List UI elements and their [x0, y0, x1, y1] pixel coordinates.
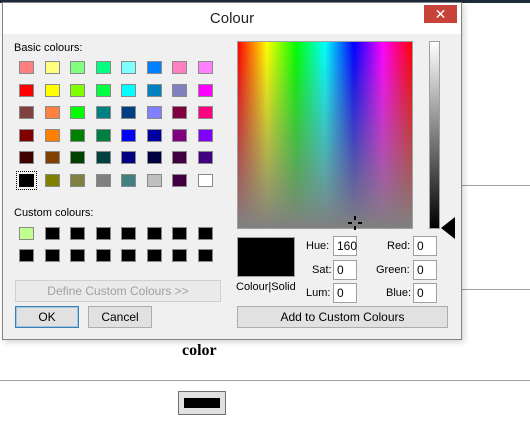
red-label: Red:: [387, 240, 411, 252]
custom-colour-swatch[interactable]: [95, 227, 111, 240]
custom-colour-swatch[interactable]: [197, 249, 213, 262]
basic-colour-swatch[interactable]: [44, 61, 60, 74]
custom-colours-label: Custom colours:: [14, 207, 94, 219]
basic-colour-swatch[interactable]: [197, 128, 213, 142]
hue-label: Hue:: [306, 240, 330, 252]
basic-colour-swatch[interactable]: [197, 106, 213, 119]
basic-colour-swatch[interactable]: [95, 151, 111, 164]
custom-colour-swatch[interactable]: [95, 249, 111, 262]
add-to-custom-colours-button[interactable]: Add to Custom Colours: [237, 306, 448, 328]
basic-colour-swatch[interactable]: [70, 128, 85, 142]
blue-field[interactable]: 0: [413, 283, 437, 303]
dialog-title: Colour: [209, 10, 255, 27]
basic-colour-swatch[interactable]: [172, 151, 187, 164]
close-button[interactable]: ✕: [424, 5, 457, 23]
basic-colour-swatch[interactable]: [95, 61, 111, 74]
basic-colour-swatch[interactable]: [121, 106, 136, 119]
basic-colour-swatch[interactable]: [121, 128, 136, 142]
basic-colour-swatch[interactable]: [95, 83, 111, 97]
custom-colour-swatch[interactable]: [146, 249, 162, 262]
basic-colour-swatch[interactable]: [19, 151, 34, 164]
sat-label: Sat:: [312, 264, 332, 276]
basic-colour-swatch[interactable]: [19, 106, 34, 119]
cancel-button[interactable]: Cancel: [88, 306, 152, 328]
custom-colour-swatch[interactable]: [146, 227, 162, 240]
green-field[interactable]: 0: [413, 260, 437, 280]
colour-preview: [237, 237, 295, 277]
divider-line: [0, 380, 530, 381]
red-field[interactable]: 0: [413, 236, 437, 256]
basic-colour-swatch[interactable]: [172, 61, 187, 74]
color-picker-button[interactable]: [178, 391, 226, 415]
basic-colour-swatch[interactable]: [44, 173, 60, 187]
color-picker-swatch: [184, 398, 220, 408]
lum-label: Lum:: [306, 287, 331, 299]
basic-colour-swatch[interactable]: [146, 151, 162, 164]
custom-colour-swatch[interactable]: [172, 227, 187, 240]
basic-colour-swatch[interactable]: [44, 83, 60, 97]
custom-colour-swatch[interactable]: [121, 249, 136, 262]
green-label: Green:: [376, 264, 410, 276]
triangle-left-icon[interactable]: [441, 217, 455, 239]
custom-colour-swatch[interactable]: [70, 227, 85, 240]
basic-colours-label: Basic colours:: [14, 42, 83, 54]
basic-colour-swatch[interactable]: [172, 83, 187, 97]
luminosity-bar[interactable]: [429, 41, 440, 229]
basic-colour-swatch[interactable]: [44, 106, 60, 119]
sat-field[interactable]: 0: [333, 260, 357, 280]
basic-colour-swatch[interactable]: [70, 106, 85, 119]
basic-colour-swatch[interactable]: [197, 151, 213, 164]
basic-colour-swatch[interactable]: [146, 61, 162, 74]
basic-colour-swatch[interactable]: [121, 151, 136, 164]
basic-colour-swatch[interactable]: [95, 106, 111, 119]
basic-colour-swatch[interactable]: [172, 128, 187, 142]
basic-colour-swatch[interactable]: [70, 61, 85, 74]
crosshair-icon[interactable]: [348, 216, 362, 230]
basic-colour-swatch[interactable]: [146, 106, 162, 119]
custom-colour-swatch[interactable]: [44, 227, 60, 240]
preview-label: Colour|Solid: [236, 281, 296, 293]
basic-colour-swatch[interactable]: [197, 83, 213, 97]
close-icon: ✕: [434, 6, 447, 22]
divider-line: [462, 185, 530, 186]
basic-colour-swatch[interactable]: [197, 173, 213, 187]
basic-colour-swatch[interactable]: [121, 83, 136, 97]
basic-colour-swatch[interactable]: [16, 170, 37, 190]
custom-colour-swatch[interactable]: [70, 249, 85, 262]
basic-colour-swatch[interactable]: [172, 106, 187, 119]
basic-colour-swatch[interactable]: [19, 61, 34, 74]
basic-colour-swatch[interactable]: [95, 173, 111, 187]
basic-colour-swatch[interactable]: [70, 173, 85, 187]
hue-field[interactable]: 160: [333, 236, 357, 256]
basic-colour-swatch[interactable]: [146, 173, 162, 187]
blue-label: Blue:: [386, 287, 412, 299]
divider-line: [462, 289, 530, 290]
basic-colour-swatch[interactable]: [121, 61, 136, 74]
custom-colour-swatch[interactable]: [19, 249, 34, 262]
colour-dialog: Colour ✕ Basic colours: Custom colours: …: [2, 2, 462, 340]
basic-colour-swatch[interactable]: [197, 61, 213, 74]
basic-colour-swatch[interactable]: [146, 83, 162, 97]
basic-colour-swatch[interactable]: [19, 128, 34, 142]
basic-colour-swatch[interactable]: [95, 128, 111, 142]
ok-button[interactable]: OK: [15, 306, 79, 328]
page-heading: color: [182, 342, 217, 359]
custom-colour-swatch[interactable]: [172, 249, 187, 262]
basic-colour-swatch[interactable]: [70, 83, 85, 97]
custom-colour-swatch[interactable]: [197, 227, 213, 240]
basic-colour-swatch[interactable]: [172, 173, 187, 187]
basic-colour-swatch[interactable]: [146, 128, 162, 142]
custom-colour-swatch[interactable]: [44, 249, 60, 262]
dialog-titlebar: Colour ✕: [3, 3, 461, 34]
basic-colour-swatch[interactable]: [121, 173, 136, 187]
custom-colour-swatch[interactable]: [121, 227, 136, 240]
lum-field[interactable]: 0: [333, 283, 357, 303]
basic-colour-swatch[interactable]: [44, 151, 60, 164]
custom-colour-swatch[interactable]: [19, 227, 34, 240]
basic-colour-swatch[interactable]: [19, 83, 34, 97]
basic-colour-swatch[interactable]: [70, 151, 85, 164]
basic-colour-swatch[interactable]: [44, 128, 60, 142]
colour-spectrum[interactable]: [237, 41, 413, 230]
define-custom-colours-button[interactable]: Define Custom Colours >>: [15, 280, 221, 302]
